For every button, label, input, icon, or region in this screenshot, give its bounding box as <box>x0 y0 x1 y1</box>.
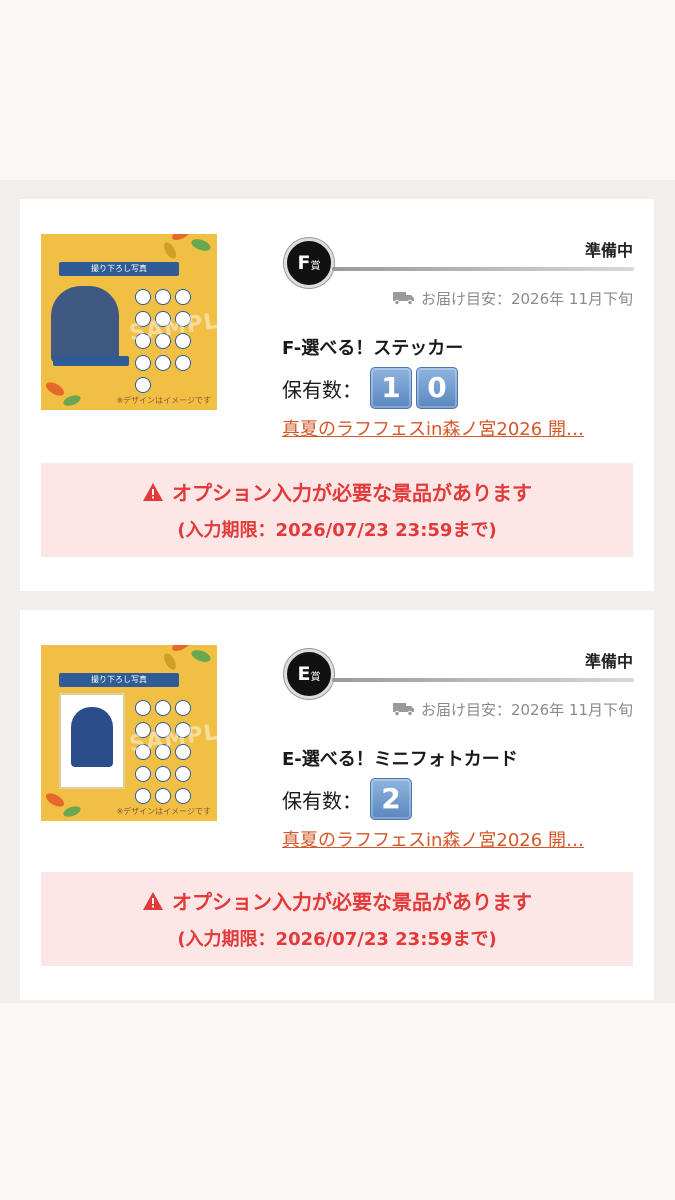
quantity-label: 保有数： <box>282 377 362 402</box>
prize-thumbnail[interactable]: 撮り下ろし写真 SAMPLE ※デザインはイメージです <box>41 234 217 410</box>
grade-divider <box>332 267 634 271</box>
truck-icon <box>392 703 414 716</box>
prize-card[interactable]: 撮り下ろし写真 SAMPLE ※デザインはイメージです E賞 準備中 お届け目安… <box>20 610 654 1000</box>
grade-badge-icon: F賞 <box>284 238 334 288</box>
prize-title: E-選べる！ミニフォトカード <box>282 749 518 770</box>
thumbnail-banner: 撮り下ろし写真 <box>59 262 179 276</box>
thumbnail-note: ※デザインはイメージです <box>116 807 211 816</box>
warning-icon <box>143 892 163 910</box>
top-blank-area <box>0 0 675 180</box>
bottom-blank-area <box>0 1003 675 1200</box>
alert-title-row: オプション入力が必要な景品があります <box>41 886 633 915</box>
delivery-estimate: お届け目安：2026年 11月下旬 <box>392 699 633 720</box>
quantity-row: 保有数： 2 <box>282 776 412 822</box>
delivery-estimate: お届け目安：2026年 11月下旬 <box>392 288 633 309</box>
alert-deadline: (入力期限：2026/07/23 23:59まで) <box>177 929 497 950</box>
quantity-digit: 1 <box>370 367 412 409</box>
silhouette-figure <box>51 286 119 362</box>
option-alert[interactable]: オプション入力が必要な景品があります (入力期限：2026/07/23 23:5… <box>41 463 633 557</box>
grade-letter: E <box>297 663 311 685</box>
delivery-label: お届け目安：2026年 11月下旬 <box>420 701 633 719</box>
thumbnail-sub-banner <box>53 356 129 366</box>
status-label: 準備中 <box>584 652 633 671</box>
truck-icon <box>392 292 414 305</box>
alert-title: オプション入力が必要な景品があります <box>172 890 532 914</box>
quantity-label: 保有数： <box>282 788 362 813</box>
alert-deadline: (入力期限：2026/07/23 23:59まで) <box>177 520 497 541</box>
thumbnail-note: ※デザインはイメージです <box>116 396 211 405</box>
quantity-row: 保有数： 1 0 <box>282 365 458 411</box>
warning-icon <box>143 483 163 501</box>
option-alert[interactable]: オプション入力が必要な景品があります (入力期限：2026/07/23 23:5… <box>41 872 633 966</box>
prize-thumbnail[interactable]: 撮り下ろし写真 SAMPLE ※デザインはイメージです <box>41 645 217 821</box>
grade-divider <box>332 678 634 682</box>
alert-title-row: オプション入力が必要な景品があります <box>41 477 633 506</box>
event-link[interactable]: 真夏のラフフェスin森ノ宮2026 開… <box>282 826 632 852</box>
status-label: 準備中 <box>584 241 633 260</box>
grade-badge-icon: E賞 <box>284 649 334 699</box>
prize-title: F-選べる！ステッカー <box>282 338 464 359</box>
thumbnail-banner: 撮り下ろし写真 <box>59 673 179 687</box>
alert-title: オプション入力が必要な景品があります <box>172 481 532 505</box>
grade-suffix: 賞 <box>310 672 321 683</box>
quantity-digit: 0 <box>416 367 458 409</box>
event-link[interactable]: 真夏のラフフェスin森ノ宮2026 開… <box>282 415 632 441</box>
quantity-digit: 2 <box>370 778 412 820</box>
grade-suffix: 賞 <box>310 261 321 272</box>
photo-card-frame <box>59 693 125 789</box>
prize-card[interactable]: 撮り下ろし写真 SAMPLE ※デザインはイメージです F賞 準備中 お届け目安… <box>20 199 654 591</box>
grade-letter: F <box>297 252 311 274</box>
delivery-label: お届け目安：2026年 11月下旬 <box>420 290 633 308</box>
